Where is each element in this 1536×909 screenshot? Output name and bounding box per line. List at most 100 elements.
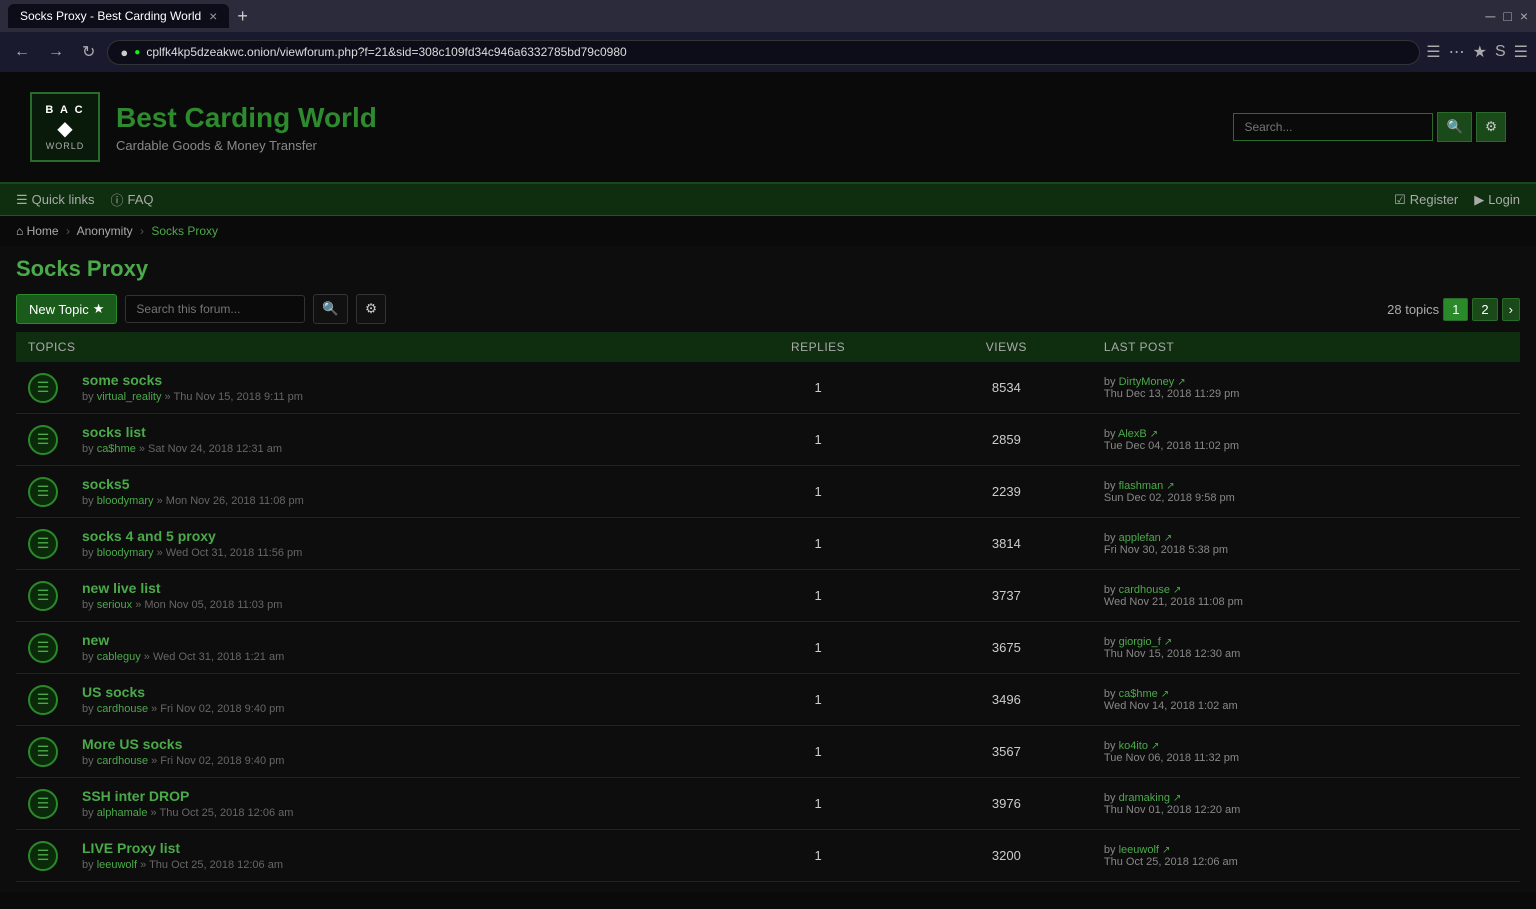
topic-last-post-cell: by AlexB ↗ Tue Dec 04, 2018 11:02 pm xyxy=(1092,414,1520,466)
topic-icon-cell: ☰ xyxy=(16,830,70,882)
back-button[interactable]: ← xyxy=(8,41,36,63)
last-post-author-link[interactable]: ko4ito xyxy=(1119,740,1148,752)
browser-tab-active[interactable]: Socks Proxy - Best Carding World × xyxy=(8,4,229,28)
site-logo-area: B A C ◆ WORLD Best Carding World Cardabl… xyxy=(30,92,377,162)
more-options-icon[interactable]: ⋯ xyxy=(1449,42,1465,62)
topic-last-post-cell: by leeuwolf ↗ Thu Oct 25, 2018 12:06 am xyxy=(1092,830,1520,882)
topic-author-link[interactable]: alphamale xyxy=(97,807,148,819)
register-link[interactable]: ☑ Register xyxy=(1394,192,1458,208)
last-post-author-link[interactable]: dramaking xyxy=(1119,792,1170,804)
topic-author-link[interactable]: bloodymary xyxy=(97,495,154,507)
forum-toolbar: New Topic ★ 🔍 ⚙ 28 topics 1 2 › xyxy=(16,294,1520,324)
menu-icon[interactable]: ☰ xyxy=(1514,42,1528,62)
forward-button[interactable]: → xyxy=(42,41,70,63)
tab-title: Socks Proxy - Best Carding World xyxy=(20,9,201,23)
logo-icon: ◆ xyxy=(57,116,72,141)
topic-icon-cell: ☰ xyxy=(16,362,70,414)
views-column-header: VIEWS xyxy=(921,332,1092,362)
topic-author-link[interactable]: serioux xyxy=(97,599,132,611)
login-link[interactable]: ▶ Login xyxy=(1474,192,1520,208)
topic-icon-cell: ☰ xyxy=(16,466,70,518)
last-post-info: by applefan ↗ Fri Nov 30, 2018 5:38 pm xyxy=(1104,532,1508,556)
topics-count: 28 topics xyxy=(1387,302,1439,317)
post-link-icon: ↗ xyxy=(1173,585,1181,596)
bookmark-icon[interactable]: ☰ xyxy=(1426,42,1440,62)
search-button[interactable]: 🔍 xyxy=(1437,112,1472,142)
topic-title-link[interactable]: socks5 xyxy=(82,476,129,492)
quicklinks-menu[interactable]: ☰ Quick links xyxy=(16,192,95,208)
topic-title-link[interactable]: new xyxy=(82,632,109,648)
forum-search-button[interactable]: 🔍 xyxy=(313,294,348,324)
last-post-author-link[interactable]: AlexB xyxy=(1118,428,1147,440)
breadcrumb-sep-2: › xyxy=(140,224,144,238)
topic-title-link[interactable]: socks list xyxy=(82,424,146,440)
tab-close-button[interactable]: × xyxy=(209,8,217,24)
sync-icon[interactable]: S xyxy=(1495,43,1506,61)
topic-author-link[interactable]: cableguy xyxy=(97,651,141,663)
new-topic-star-icon: ★ xyxy=(93,301,105,317)
last-post-author-link[interactable]: flashman xyxy=(1119,480,1164,492)
topic-author-link[interactable]: cardhouse xyxy=(97,755,148,767)
topic-info-cell: socks5 by bloodymary » Mon Nov 26, 2018 … xyxy=(70,466,715,518)
topic-author-link[interactable]: bloodymary xyxy=(97,547,154,559)
topic-title-link[interactable]: some socks xyxy=(82,372,162,388)
last-post-author-link[interactable]: giorgio_f xyxy=(1119,636,1161,648)
page-1-button[interactable]: 1 xyxy=(1443,298,1468,321)
new-tab-button[interactable]: + xyxy=(237,6,248,27)
breadcrumb-current: Socks Proxy xyxy=(151,224,218,238)
site-title: Best Carding World xyxy=(116,102,377,134)
nav-right: ☑ Register ▶ Login xyxy=(1394,192,1520,208)
last-post-info: by DirtyMoney ↗ Thu Dec 13, 2018 11:29 p… xyxy=(1104,376,1508,400)
forum-advanced-search-button[interactable]: ⚙ xyxy=(356,294,386,324)
topic-title-link[interactable]: US socks xyxy=(82,684,145,700)
star-icon[interactable]: ★ xyxy=(1473,42,1487,62)
topic-title-link[interactable]: new live list xyxy=(82,580,161,596)
topic-author-link[interactable]: cardhouse xyxy=(97,703,148,715)
topic-status-icon: ☰ xyxy=(28,737,58,767)
new-topic-button[interactable]: New Topic ★ xyxy=(16,294,117,324)
topic-title-link[interactable]: SSH inter DROP xyxy=(82,788,189,804)
page-2-button[interactable]: 2 xyxy=(1472,298,1497,321)
topic-title-link[interactable]: LIVE Proxy list xyxy=(82,840,180,856)
maximize-button[interactable]: □ xyxy=(1503,8,1511,24)
topic-last-post-cell: by dramaking ↗ Thu Nov 01, 2018 12:20 am xyxy=(1092,778,1520,830)
site-subtitle: Cardable Goods & Money Transfer xyxy=(116,138,377,153)
browser-titlebar: Socks Proxy - Best Carding World × + ─ □… xyxy=(0,0,1536,32)
replies-column-header: REPLIES xyxy=(715,332,920,362)
topic-views-cell: 3814 xyxy=(921,518,1092,570)
topic-status-icon: ☰ xyxy=(28,685,58,715)
topic-info-cell: some socks by virtual_reality » Thu Nov … xyxy=(70,362,715,414)
topic-last-post-cell: by ko4ito ↗ Tue Nov 06, 2018 11:32 pm xyxy=(1092,726,1520,778)
new-topic-label: New Topic xyxy=(29,302,89,317)
breadcrumb-anonymity[interactable]: Anonymity xyxy=(77,224,133,238)
last-post-author-link[interactable]: ca$hme xyxy=(1119,688,1158,700)
last-post-author-link[interactable]: DirtyMoney xyxy=(1119,376,1175,388)
topic-last-post-cell: by ca$hme ↗ Wed Nov 14, 2018 1:02 am xyxy=(1092,674,1520,726)
address-bar[interactable]: ● ● cplfk4kp5dzeakwc.onion/viewforum.php… xyxy=(107,40,1420,65)
refresh-button[interactable]: ↻ xyxy=(76,40,101,64)
forum-search-input[interactable] xyxy=(125,295,305,323)
last-post-author-link[interactable]: leeuwolf xyxy=(1119,844,1159,856)
minimize-button[interactable]: ─ xyxy=(1485,8,1495,24)
topic-icon-cell: ☰ xyxy=(16,778,70,830)
faq-link[interactable]: ⓘ FAQ xyxy=(111,190,154,209)
close-window-button[interactable]: × xyxy=(1520,8,1528,24)
topic-author-link[interactable]: virtual_reality xyxy=(97,391,162,403)
search-settings-button[interactable]: ⚙ xyxy=(1476,112,1506,142)
search-input[interactable] xyxy=(1233,113,1433,141)
last-post-author-link[interactable]: applefan xyxy=(1119,532,1161,544)
topic-info-cell: new by cableguy » Wed Oct 31, 2018 1:21 … xyxy=(70,622,715,674)
breadcrumb-home[interactable]: Home xyxy=(27,224,59,238)
topic-author-link[interactable]: leeuwolf xyxy=(97,859,137,871)
topic-status-icon: ☰ xyxy=(28,425,58,455)
last-post-author-link[interactable]: cardhouse xyxy=(1119,584,1170,596)
topic-title-link[interactable]: More US socks xyxy=(82,736,182,752)
topic-author-link[interactable]: ca$hme xyxy=(97,443,136,455)
topic-info-cell: More US socks by cardhouse » Fri Nov 02,… xyxy=(70,726,715,778)
topic-status-icon: ☰ xyxy=(28,581,58,611)
topic-title-link[interactable]: socks 4 and 5 proxy xyxy=(82,528,216,544)
topic-info-cell: new live list by serioux » Mon Nov 05, 2… xyxy=(70,570,715,622)
topic-status-icon: ☰ xyxy=(28,529,58,559)
next-page-button[interactable]: › xyxy=(1502,298,1520,321)
nav-bar: ☰ Quick links ⓘ FAQ ☑ Register ▶ Login xyxy=(0,184,1536,216)
